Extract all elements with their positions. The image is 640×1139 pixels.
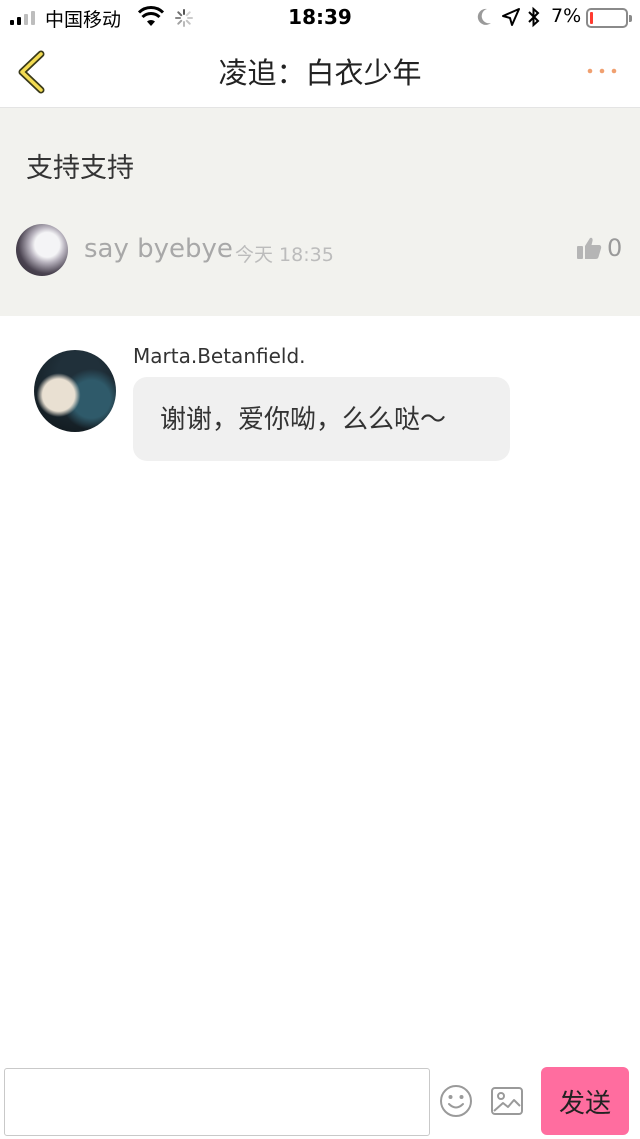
status-bar: 中国移动 18:39 7% [0, 0, 640, 36]
send-button[interactable]: 发送 [541, 1067, 629, 1135]
page-title: 凌追：白衣少年 [218, 56, 422, 90]
reply-author-avatar[interactable] [34, 350, 116, 432]
reply-message-text: 谢谢，爱你呦，么么哒～ [160, 405, 447, 435]
moon-icon [477, 8, 491, 25]
post-author-avatar[interactable] [16, 224, 68, 276]
status-time: 18:39 [288, 5, 352, 29]
post-content: 支持支持 [26, 153, 134, 184]
reply-message-bubble: 谢谢，爱你呦，么么哒～ [133, 377, 510, 461]
emoji-icon[interactable] [439, 1084, 473, 1118]
post-timestamp: 今天 18:35 [235, 244, 334, 266]
comment-input-bar: 发送 [0, 1062, 640, 1139]
original-post: 支持支持 say byebye 今天 18:35 0 [0, 108, 640, 316]
post-author-name[interactable]: say byebye [84, 234, 233, 264]
bluetooth-icon [528, 6, 540, 28]
battery-icon [586, 8, 632, 28]
thumbs-up-icon[interactable] [576, 236, 602, 260]
reply-author-name[interactable]: Marta.Betanfield. [133, 344, 306, 368]
nav-bar: 凌追：白衣少年 [0, 36, 640, 108]
more-dots-icon[interactable] [582, 58, 622, 84]
battery-fill [590, 12, 593, 24]
comment-input[interactable] [4, 1068, 430, 1136]
image-icon[interactable] [490, 1086, 524, 1116]
location-arrow-icon [502, 8, 520, 26]
like-count: 0 [607, 234, 623, 262]
battery-percent: 7% [551, 5, 582, 27]
